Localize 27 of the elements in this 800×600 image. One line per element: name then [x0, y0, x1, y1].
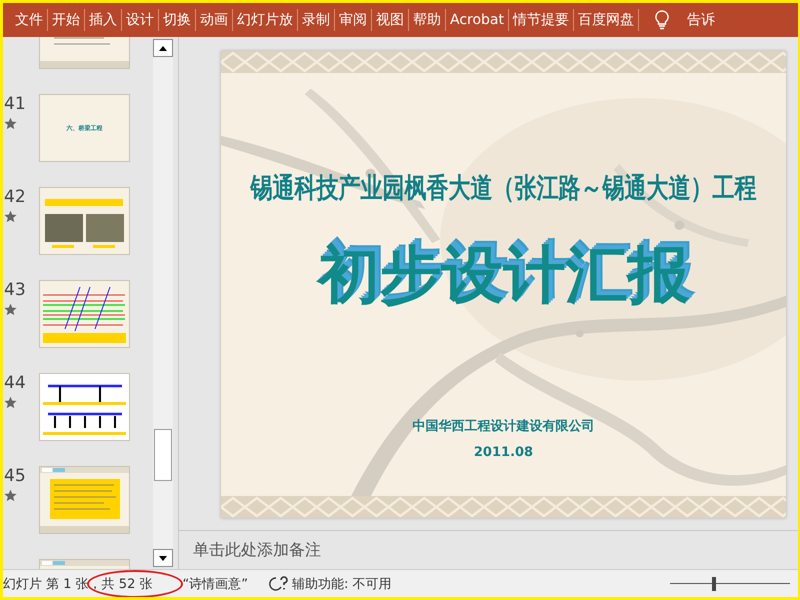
ribbon-tab[interactable]: 审阅: [335, 11, 371, 29]
ribbon-tab[interactable]: 帮助: [409, 11, 445, 29]
ribbon-tab[interactable]: 百度网盘: [574, 11, 638, 29]
ribbon-tab[interactable]: 视图: [372, 11, 408, 29]
ribbon-tab[interactable]: 开始: [48, 11, 84, 29]
slide-title: 初步设计汇报: [318, 237, 690, 313]
ribbon-tab[interactable]: 幻灯片放: [233, 11, 297, 29]
slide-number: 42: [4, 187, 26, 207]
slide-subtitle: 锡通科技产业园枫香大道（张江路～锡通大道）工程: [250, 172, 756, 206]
ribbon-tab[interactable]: 切换: [159, 11, 195, 29]
ribbon-tab[interactable]: 录制: [298, 11, 334, 29]
ribbon-tab[interactable]: 文件: [11, 11, 47, 29]
ribbon-tab[interactable]: 设计: [122, 11, 158, 29]
ribbon-tab[interactable]: 情节提要: [509, 11, 573, 29]
ribbon-tab[interactable]: 插入: [85, 11, 121, 29]
slide-number: 44: [4, 373, 26, 393]
ribbon-tab[interactable]: 动画: [196, 11, 232, 29]
slide-number: 43: [4, 280, 26, 300]
slide-date: 2011.08: [474, 445, 534, 460]
company-name: 中国华西工程设计建设有限公司: [412, 418, 594, 435]
slide-number: 45: [4, 466, 26, 486]
accessibility-status[interactable]: 辅助功能: 不可用: [292, 574, 392, 592]
tell-me-field[interactable]: 告诉: [683, 11, 715, 29]
slide-number: 41: [4, 94, 26, 114]
theme-name: “诗情画意”: [182, 576, 248, 592]
ribbon-tab[interactable]: Acrobat: [446, 12, 508, 28]
slide-count: 幻灯片 第 1 张，共 52 张: [3, 576, 152, 592]
